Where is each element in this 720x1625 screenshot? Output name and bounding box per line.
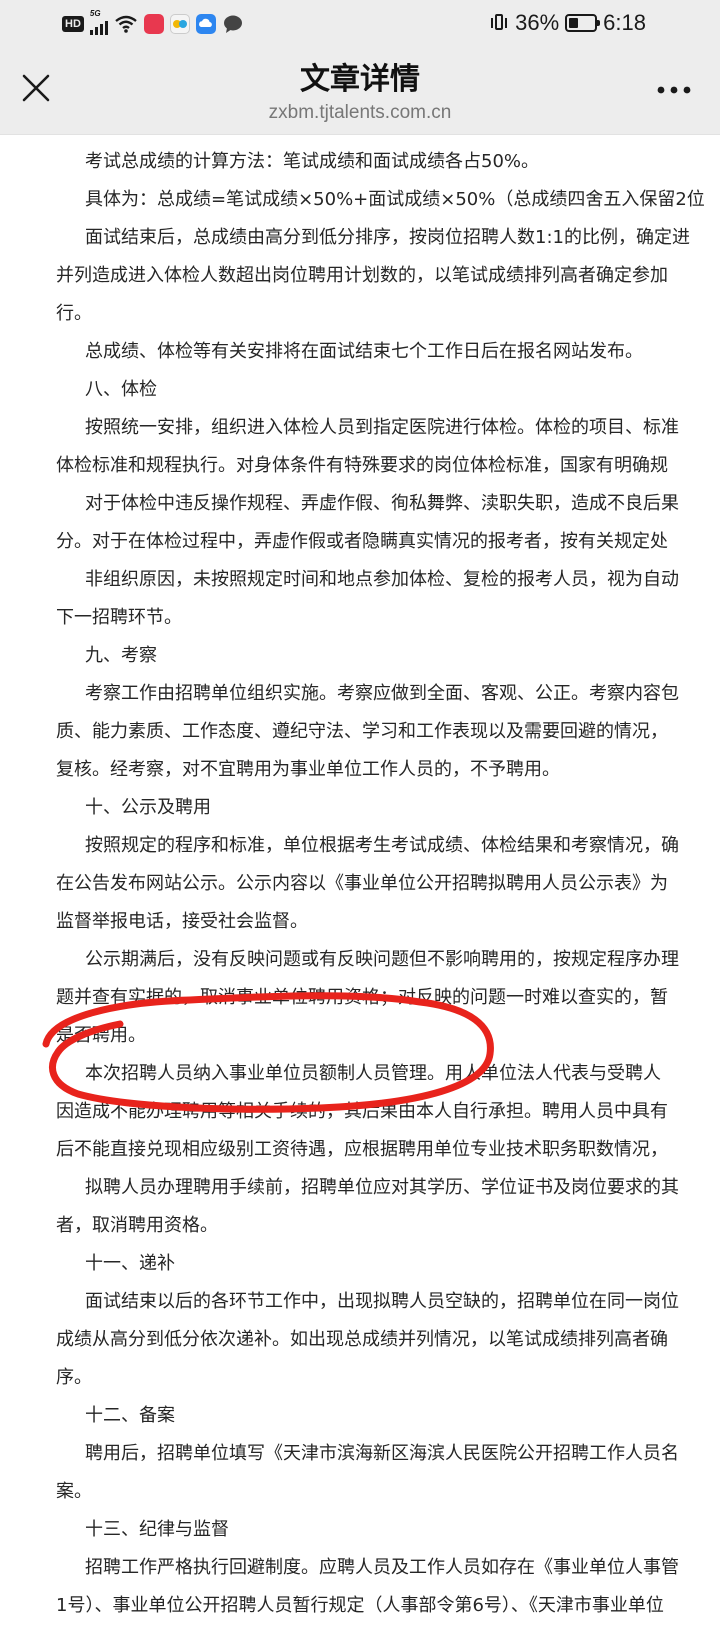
article-line: 分。对于在体检过程中，弄虚作假或者隐瞒真实情况的报考者，按有关规定处: [56, 531, 668, 552]
page-url: zxbm.tjtalents.com.cn: [268, 102, 452, 123]
article-line: 本次招聘人员纳入事业单位员额制人员管理。用人单位法人代表与受聘人: [85, 1063, 661, 1084]
more-options-button[interactable]: [650, 66, 698, 110]
article-line: 聘用后，招聘单位填写《天津市滨海新区海滨人民医院公开招聘工作人员名: [85, 1443, 679, 1464]
article-line: 八、体检: [85, 379, 157, 400]
article-line: 成绩从高分到低分依次递补。如出现总成绩并列情况，以笔试成绩排列高者确: [56, 1329, 668, 1350]
article-line: 序。: [56, 1367, 92, 1388]
app-notification-icon: [169, 14, 190, 34]
article-body: 考试总成绩的计算方法：笔试成绩和面试成绩各占50%。具体为：总成绩=笔试成绩×5…: [56, 143, 720, 1625]
signal-icon: 5G: [89, 9, 108, 35]
article-line: 拟聘人员办理聘用手续前，招聘单位应对其学历、学位证书及岗位要求的其: [85, 1177, 679, 1198]
article-line: 招聘工作严格执行回避制度。应聘人员及工作人员如存在《事业单位人事管: [85, 1557, 679, 1578]
chat-icon: [223, 15, 242, 33]
article-line: 质、能力素质、工作态度、遵纪守法、学习和工作表现以及需要回避的情况，: [56, 721, 668, 742]
article-line: 复核。经考察，对不宜聘用为事业单位工作人员的，不予聘用。: [56, 759, 560, 780]
battery-level: [569, 18, 578, 28]
article-line: 按照规定的程序和标准，单位根据考生考试成绩、体检结果和考察情况，确: [85, 835, 679, 856]
article-line: 具体为：总成绩=笔试成绩×50%+面试成绩×50%（总成绩四舍五入保留2位: [85, 189, 705, 210]
article-line: 面试结束后，总成绩由高分到低分排序，按岗位招聘人数1:1的比例，确定进: [85, 227, 690, 248]
status-bar: HD 5G 36% 6:18: [0, 0, 720, 46]
clock: 6:18: [603, 10, 646, 35]
app-notification-icon: [195, 14, 216, 34]
page-title: 文章详情: [300, 62, 420, 97]
vibrate-icon: [489, 12, 509, 34]
article-line: 考试总成绩的计算方法：笔试成绩和面试成绩各占50%。: [85, 151, 540, 172]
article-line: 者，取消聘用资格。: [56, 1215, 218, 1236]
article-line: 因造成不能办理聘用等相关手续的，其后果由本人自行承担。聘用人员中具有: [56, 1101, 668, 1122]
article-line: 行。: [56, 303, 92, 324]
article-line: 在公告发布网站公示。公示内容以《事业单位公开招聘拟聘用人员公示表》为: [56, 873, 668, 894]
article-line: 体检标准和规程执行。对身体条件有特殊要求的岗位体检标准，国家有明确规: [56, 455, 668, 476]
article-line: 面试结束以后的各环节工作中，出现拟聘人员空缺的，招聘单位在同一岗位: [85, 1291, 679, 1312]
article-line: 监督举报电话，接受社会监督。: [56, 911, 308, 932]
article-line: 按照统一安排，组织进入体检人员到指定医院进行体检。体检的项目、标准: [85, 417, 679, 438]
article-line: 十一、递补: [85, 1253, 175, 1274]
title-bar: 文章详情 zxbm.tjtalents.com.cn: [0, 46, 720, 135]
article-line: 十、公示及聘用: [85, 797, 211, 818]
article-line: 考察工作由招聘单位组织实施。考察应做到全面、客观、公正。考察内容包: [85, 683, 679, 704]
article-line: 十三、纪律与监督: [85, 1519, 229, 1540]
network-type-label: 5G: [89, 9, 101, 18]
hd-badge: HD: [62, 16, 84, 32]
article-line: 非组织原因，未按照规定时间和地点参加体检、复检的报考人员，视为自动: [85, 569, 679, 590]
article-line: 并列造成进入体检人数超出岗位聘用计划数的，以笔试成绩排列高者确定参加: [56, 265, 668, 286]
article-line: 案。: [56, 1481, 92, 1502]
app-notification-icon: [143, 14, 164, 34]
battery-icon: [565, 14, 601, 32]
article-line: 总成绩、体检等有关安排将在面试结束七个工作日后在报名网站发布。: [85, 341, 643, 362]
status-left: HD 5G: [62, 9, 244, 37]
article-line: 是否聘用。: [56, 1025, 146, 1046]
battery-percent: 36%: [515, 10, 560, 35]
article-line: 题并查有实据的，取消事业单位聘用资格；对反映的问题一时难以查实的，暂: [56, 987, 668, 1008]
article-line: 下一招聘环节。: [56, 607, 182, 628]
article-line: 后不能直接兑现相应级别工资待遇，应根据聘用单位专业技术职务职数情况，: [56, 1139, 668, 1160]
article-line: 公示期满后，没有反映问题或有反映问题但不影响聘用的，按规定程序办理: [85, 949, 679, 970]
article-line: 九、考察: [85, 645, 157, 666]
article-line: 对于体检中违反操作规程、弄虚作假、徇私舞弊、渎职失职，造成不良后果: [85, 493, 679, 514]
wifi-icon: [115, 15, 137, 33]
status-right: 36% 6:18: [489, 9, 646, 37]
article-line: 1号）、事业单位公开招聘人员暂行规定（人事部令第6号）、《天津市事业单位: [56, 1595, 664, 1616]
article-line: 十二、备案: [85, 1405, 175, 1426]
more-options-icon: [657, 86, 691, 94]
